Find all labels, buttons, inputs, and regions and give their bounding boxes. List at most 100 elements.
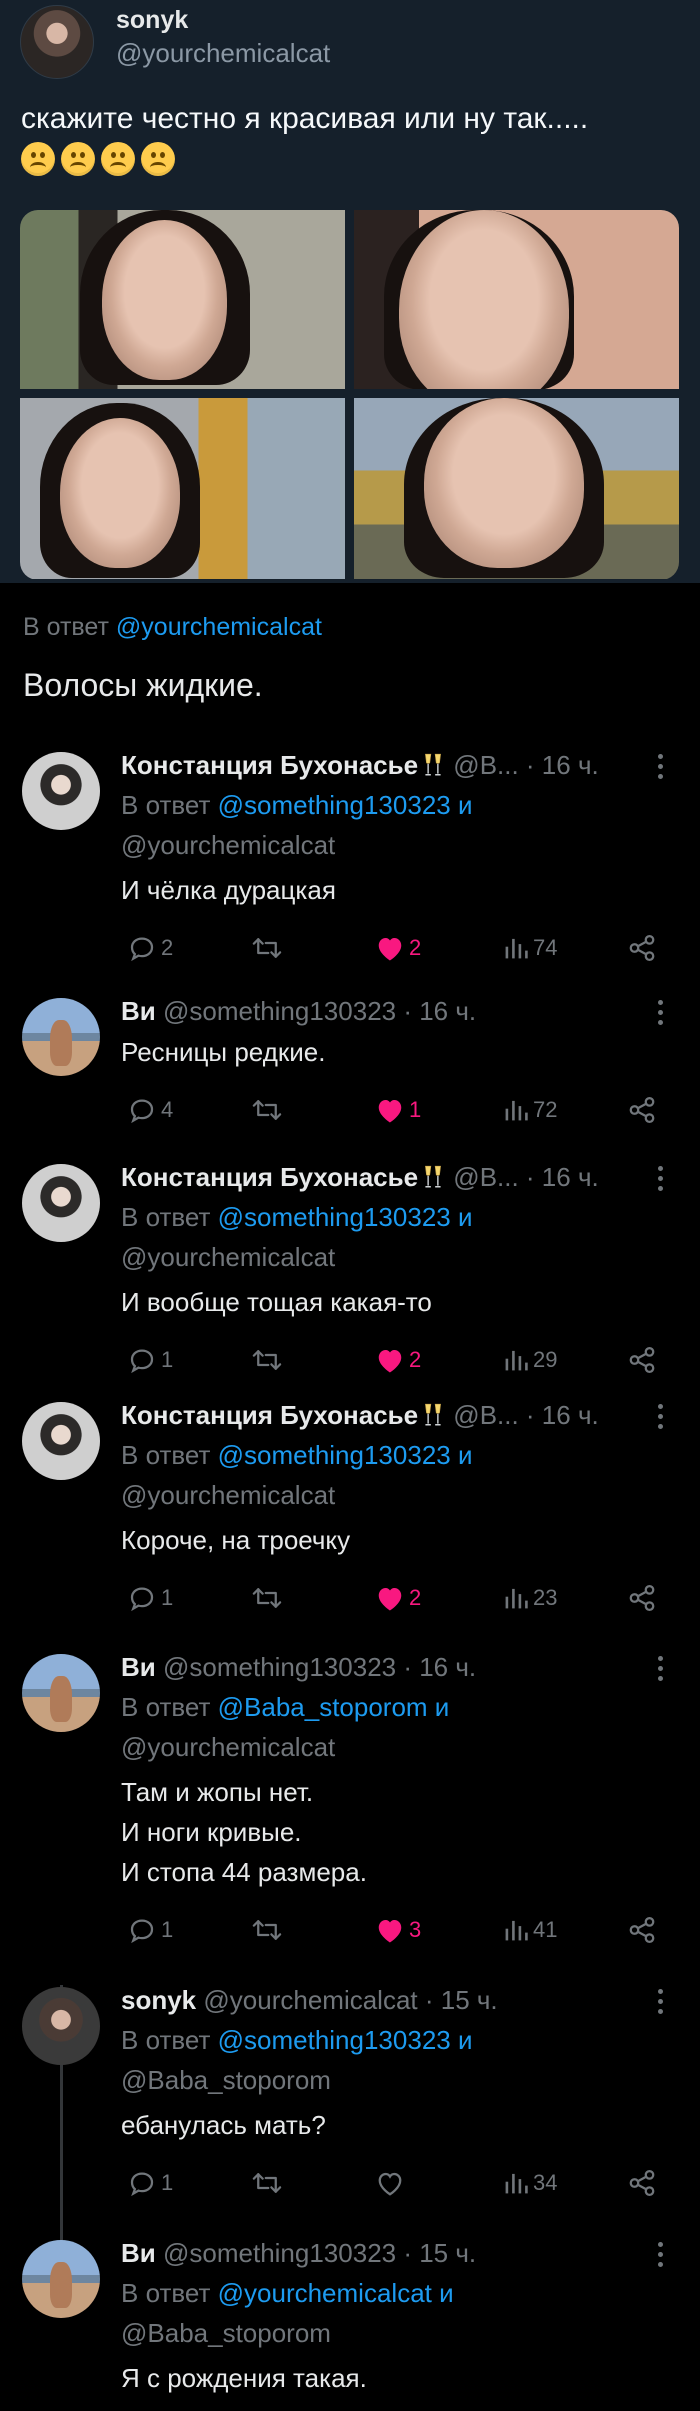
share-button[interactable] <box>623 2163 657 2203</box>
bar-chart-icon <box>503 1347 529 1373</box>
reply-header: Констанция Бухонасье @В... · 16 ч. <box>121 750 599 784</box>
more-options-icon[interactable] <box>658 1166 664 1194</box>
reply-text: И вообще тощая какая-то <box>121 1287 432 1317</box>
share-icon <box>627 2168 657 2198</box>
share-button[interactable] <box>623 1910 657 1950</box>
quoted-author-handle[interactable]: @yourchemicalcat <box>116 38 330 69</box>
retweet-icon <box>250 933 284 963</box>
retweet-button[interactable] <box>246 2163 284 2203</box>
reply-context: В ответ @something130323 и <box>121 790 473 820</box>
author-meta[interactable]: @В... · 16 ч. <box>453 1162 598 1192</box>
reply-header: Ви @something130323 · 15 ч. <box>121 2238 476 2272</box>
photo-1[interactable] <box>20 210 345 389</box>
retweet-button[interactable] <box>246 1340 284 1380</box>
photo-2[interactable] <box>354 210 679 389</box>
mention-link[interactable]: @yourchemicalcat <box>121 1480 335 1511</box>
more-options-icon[interactable] <box>658 1989 664 2017</box>
share-icon <box>627 1095 657 1125</box>
author-name[interactable]: Констанция Бухонасье <box>121 1162 418 1192</box>
photo-grid <box>20 210 679 580</box>
author-name[interactable]: Ви <box>121 1652 156 1682</box>
heart-icon <box>375 1096 405 1124</box>
author-name[interactable]: Констанция Бухонасье <box>121 750 418 780</box>
avatar[interactable] <box>22 752 100 830</box>
author-meta[interactable]: @something130323 · 16 ч. <box>163 996 476 1026</box>
like-button[interactable]: 3 <box>371 1910 421 1950</box>
reply-context: В ответ @yourchemicalcat и <box>121 2278 454 2308</box>
bar-chart-icon <box>503 1917 529 1943</box>
retweet-button[interactable] <box>246 1578 284 1618</box>
views-button[interactable]: 74 <box>499 928 557 968</box>
reply-text: И ноги кривые. <box>121 1817 302 1847</box>
quoted-tweet-card[interactable]: sonyk @yourchemicalcat скажите честно я … <box>0 0 700 583</box>
quoted-author-avatar[interactable] <box>20 5 94 79</box>
like-button[interactable]: 1 <box>371 1090 421 1130</box>
retweet-button[interactable] <box>246 1910 284 1950</box>
reply-button[interactable]: 4 <box>123 1090 173 1130</box>
comment-icon <box>127 933 157 963</box>
views-button[interactable]: 72 <box>499 1090 557 1130</box>
author-name[interactable]: Ви <box>121 996 156 1026</box>
like-button[interactable]: 2 <box>371 1340 421 1380</box>
avatar[interactable] <box>22 1987 100 2065</box>
avatar[interactable] <box>22 1402 100 1480</box>
share-button[interactable] <box>623 1090 657 1130</box>
reply-button[interactable]: 1 <box>123 1578 173 1618</box>
more-options-icon[interactable] <box>658 1404 664 1432</box>
mention-link[interactable]: @yourchemicalcat <box>121 830 335 861</box>
mention-link[interactable]: @yourchemicalcat <box>121 1732 335 1763</box>
like-button[interactable]: 2 <box>371 1578 421 1618</box>
mention-link[interactable]: @Baba_stoporom <box>121 2065 331 2096</box>
reply-button[interactable]: 1 <box>123 1910 173 1950</box>
mention-link[interactable]: @Baba_stoporom <box>121 2318 331 2349</box>
champagne-icon <box>425 753 442 776</box>
share-button[interactable] <box>623 1340 657 1380</box>
quoted-author-name[interactable]: sonyk <box>116 6 188 35</box>
avatar[interactable] <box>22 1164 100 1242</box>
share-button[interactable] <box>623 928 657 968</box>
views-button[interactable]: 34 <box>499 2163 557 2203</box>
photo-3[interactable] <box>20 398 345 579</box>
author-meta[interactable]: @yourchemicalcat · 15 ч. <box>203 1985 497 2015</box>
share-button[interactable] <box>623 1578 657 1618</box>
avatar[interactable] <box>22 1654 100 1732</box>
retweet-icon <box>250 2168 284 2198</box>
mention-link[interactable]: @yourchemicalcat <box>116 613 322 641</box>
champagne-icon <box>425 1403 442 1426</box>
views-button[interactable]: 29 <box>499 1340 557 1380</box>
author-name[interactable]: Ви <box>121 2238 156 2268</box>
views-button[interactable]: 41 <box>499 1910 557 1950</box>
more-options-icon[interactable] <box>658 2242 664 2270</box>
reply-button[interactable]: 1 <box>123 2163 173 2203</box>
action-bar: 4 1 72 <box>121 1090 666 1130</box>
views-button[interactable]: 23 <box>499 1578 557 1618</box>
like-button[interactable] <box>371 2163 409 2203</box>
action-bar: 2 2 74 <box>121 928 666 968</box>
reply-header: Ви @something130323 · 16 ч. <box>121 996 476 1030</box>
author-meta[interactable]: @В... · 16 ч. <box>453 1400 598 1430</box>
author-meta[interactable]: @В... · 16 ч. <box>453 750 598 780</box>
reply-button[interactable]: 2 <box>123 928 173 968</box>
more-options-icon[interactable] <box>658 1000 664 1028</box>
author-meta[interactable]: @something130323 · 15 ч. <box>163 2238 476 2268</box>
like-button[interactable]: 2 <box>371 928 421 968</box>
author-name[interactable]: Констанция Бухонасье <box>121 1400 418 1430</box>
quoted-tweet-text: скажите честно я красивая или ну так....… <box>21 102 589 135</box>
retweet-button[interactable] <box>246 928 284 968</box>
share-icon <box>627 1915 657 1945</box>
more-options-icon[interactable] <box>658 1656 664 1684</box>
mention-link[interactable]: @yourchemicalcat <box>121 1242 335 1273</box>
bar-chart-icon <box>503 1097 529 1123</box>
reply-header: sonyk @yourchemicalcat · 15 ч. <box>121 1985 498 2019</box>
main-reply-text: Волосы жидкие. <box>23 667 263 703</box>
photo-4[interactable] <box>354 398 679 579</box>
author-name[interactable]: sonyk <box>121 1985 196 2015</box>
retweet-button[interactable] <box>246 1090 284 1130</box>
author-meta[interactable]: @something130323 · 16 ч. <box>163 1652 476 1682</box>
avatar[interactable] <box>22 998 100 1076</box>
avatar[interactable] <box>22 2240 100 2318</box>
comment-icon <box>127 1095 157 1125</box>
reply-button[interactable]: 1 <box>123 1340 173 1380</box>
more-options-icon[interactable] <box>658 754 664 782</box>
heart-icon <box>375 2169 405 2197</box>
